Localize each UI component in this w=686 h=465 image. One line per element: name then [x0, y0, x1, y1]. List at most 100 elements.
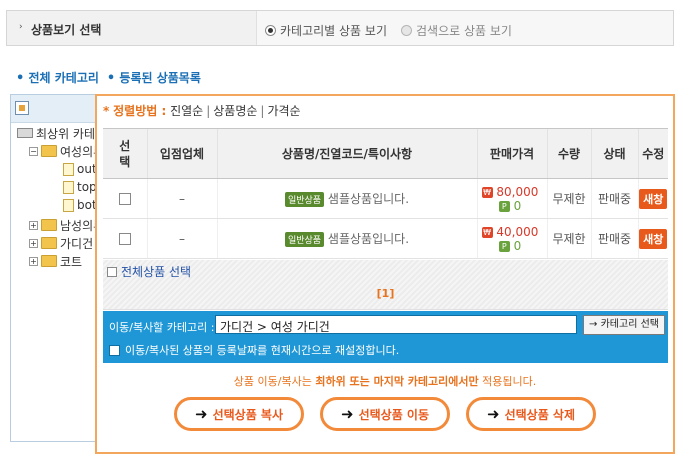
product-name[interactable]: 샘플상품입니다. — [328, 192, 409, 206]
edit-cell: 새창 — [637, 218, 668, 259]
expand-icon[interactable]: + — [29, 238, 38, 248]
vendor-cell: – — [146, 218, 217, 259]
tree-item-label: top — [77, 180, 96, 194]
divider: | — [260, 104, 265, 118]
checkbox-icon — [109, 344, 120, 356]
col-header-edit: 수정 — [637, 128, 668, 179]
col-header-quantity: 수량 — [546, 128, 591, 179]
product-name[interactable]: 샘플상품입니다. — [328, 232, 409, 246]
expand-icon[interactable]: + — [29, 256, 38, 266]
point-icon: P — [498, 200, 510, 212]
folder-icon — [41, 219, 57, 231]
collapse-icon[interactable]: − — [29, 146, 38, 156]
product-type-badge: 일반상품 — [284, 192, 325, 207]
price-value: 80,000 — [496, 184, 539, 199]
view-mode-label-cell: › 상품보기 선택 — [7, 11, 257, 45]
tree-header — [11, 95, 95, 123]
col-header-select: 선택 — [103, 128, 147, 179]
sort-bar: * 정렬방법 : 진열순 | 상품명순 | 가격순 — [103, 102, 301, 119]
tree-item-cardigan[interactable]: + 가디건 — [29, 235, 93, 251]
doc-icon — [63, 180, 74, 194]
radio-label: 검색으로 상품 보기 — [416, 24, 512, 38]
folder-icon — [41, 145, 57, 157]
move-selected-button[interactable]: ➜ 선택상품 이동 — [320, 397, 450, 431]
radio-dot-icon — [401, 25, 412, 36]
reset-date-checkbox[interactable]: 이동/복사된 상품의 등록날짜를 현재시간으로 재설정합니다. — [109, 342, 399, 358]
vendor-cell: – — [146, 178, 217, 219]
notice-emphasis: 최하위 또는 마지막 카테고리에서만 — [315, 375, 479, 388]
tree-root-icon — [15, 101, 29, 115]
move-category-label: 이동/복사할 카테고리 : — [109, 321, 215, 334]
col-header-vendor: 입점업체 — [146, 128, 217, 179]
action-buttons: ➜ 선택상품 복사 ➜ 선택상품 이동 ➜ 선택상품 삭제 — [97, 397, 673, 431]
tree-item-coat[interactable]: + 코트 — [29, 253, 82, 269]
tree-item-label: 최상위 카테고리 — [36, 126, 96, 141]
move-notice: 상품 이동/복사는 최하위 또는 마지막 카테고리에서만 적용됩니다. — [97, 373, 673, 389]
pagination[interactable]: [1] — [103, 287, 668, 300]
tree-item-top[interactable]: top — [63, 179, 96, 195]
row-checkbox[interactable] — [118, 193, 131, 205]
tree-item-label: 여성의류 — [60, 144, 95, 159]
button-label: 선택상품 이동 — [358, 407, 429, 422]
view-mode-options: 카테고리별 상품 보기 검색으로 상품 보기 — [265, 22, 512, 39]
status-cell: 판매중 — [590, 218, 638, 259]
tree-item-bottom[interactable]: bottom — [63, 197, 96, 213]
link-registered-list[interactable]: • 등록된 상품목록 — [107, 69, 201, 86]
delete-selected-button[interactable]: ➜ 선택상품 삭제 — [466, 397, 596, 431]
notice-text: 상품 이동/복사는 — [233, 375, 316, 388]
target-category-field[interactable]: 가디건 > 여성 가디건 — [215, 315, 577, 334]
tree-item-mens[interactable]: + 남성의류 — [29, 217, 95, 233]
tree-item-label: outer — [77, 162, 95, 176]
chevron-right-icon: › — [19, 22, 23, 32]
folder-icon — [41, 255, 57, 267]
view-mode-title: 상품보기 선택 — [31, 23, 102, 37]
button-label: 선택상품 삭제 — [504, 407, 575, 422]
tree-item-label: 코트 — [60, 254, 83, 269]
arrow-right-icon: ➜ — [341, 405, 354, 423]
new-window-button[interactable]: 새창 — [639, 228, 668, 249]
arrow-right-icon: ➜ — [195, 405, 208, 423]
breadcrumb-links: • 전체 카테고리 • 등록된 상품목록 — [16, 69, 201, 86]
sort-option-price[interactable]: 가격순 — [267, 104, 300, 118]
col-header-price: 판매가격 — [476, 128, 547, 179]
expand-icon[interactable]: + — [29, 220, 38, 230]
point-value: 0 — [513, 198, 522, 213]
radio-view-by-search[interactable]: 검색으로 상품 보기 — [401, 22, 512, 39]
new-window-button[interactable]: 새창 — [639, 188, 668, 209]
tree-item-label: bottom — [77, 198, 96, 212]
copy-selected-button[interactable]: ➜ 선택상품 복사 — [174, 397, 304, 431]
view-mode-bar: › 상품보기 선택 카테고리별 상품 보기 검색으로 상품 보기 — [6, 10, 674, 46]
doc-icon — [63, 198, 74, 212]
price-value: 40,000 — [496, 224, 539, 239]
checkbox-icon — [107, 266, 117, 277]
reset-date-label: 이동/복사된 상품의 등록날짜를 현재시간으로 재설정합니다. — [125, 344, 400, 357]
select-category-button[interactable]: → 카테고리 선택 — [583, 315, 665, 335]
table-header-row: 선택 입점업체 상품명/진열코드/특이사항 판매가격 수량 상태 수정 — [103, 128, 668, 179]
link-all-category[interactable]: • 전체 카테고리 — [16, 69, 99, 86]
arrow-right-icon: ➜ — [487, 405, 500, 423]
table-row: – 일반상품 샘플상품입니다. ₩ 80,000 P 0 무제한 판매중 새창 — [103, 178, 668, 219]
point-value: 0 — [513, 238, 522, 253]
tree-item-outer[interactable]: outer — [63, 161, 95, 177]
won-icon: ₩ — [481, 226, 493, 238]
tree-item-root[interactable]: 최상위 카테고리 — [17, 125, 96, 141]
sort-option-name[interactable]: 상품명순 — [213, 104, 257, 118]
bullet-icon: • — [106, 71, 116, 86]
tree-item-label: 남성의류 — [60, 218, 95, 233]
link-label: 등록된 상품목록 — [119, 71, 201, 85]
row-checkbox[interactable] — [118, 233, 131, 245]
product-type-badge: 일반상품 — [284, 232, 325, 247]
table-row: – 일반상품 샘플상품입니다. ₩ 40,000 P 0 무제한 판매중 새창 — [103, 218, 668, 259]
select-all-checkbox[interactable]: 전체상품 선택 — [107, 263, 191, 280]
radio-view-by-category[interactable]: 카테고리별 상품 보기 — [265, 22, 387, 39]
sort-option-display[interactable]: 진열순 — [170, 104, 203, 118]
doc-icon — [63, 162, 74, 176]
move-copy-bar: 이동/복사할 카테고리 : 가디건 > 여성 가디건 → 카테고리 선택 이동/… — [103, 311, 668, 363]
quantity-cell: 무제한 — [546, 218, 591, 259]
folder-icon — [41, 237, 57, 249]
col-header-status: 상태 — [590, 128, 638, 179]
tree-item-womens[interactable]: − 여성의류 — [29, 143, 95, 159]
price-cell: ₩ 40,000 P 0 — [476, 218, 547, 259]
drive-icon — [17, 128, 33, 138]
point-icon: P — [498, 240, 510, 252]
